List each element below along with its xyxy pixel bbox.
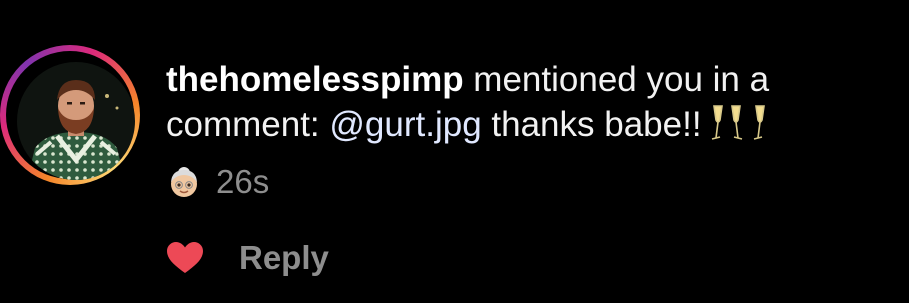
champagne-glasses-icon	[752, 102, 786, 153]
avatar-ring-gap	[6, 51, 135, 180]
message-line-1: thehomelesspimp mentioned you in a	[166, 58, 909, 102]
reply-button[interactable]: Reply	[239, 239, 329, 277]
action-bar: Reply	[166, 236, 329, 280]
story-ring[interactable]	[0, 45, 140, 185]
message-line-2: comment: @gurt.jpg thanks babe!!	[166, 102, 909, 146]
older-woman-icon	[166, 164, 202, 200]
avatar[interactable]	[17, 62, 135, 180]
username-link[interactable]: thehomelesspimp	[166, 60, 464, 99]
mention-link[interactable]: @gurt.jpg	[329, 105, 481, 144]
comment-text: thanks babe!!	[481, 105, 702, 144]
meta-line: 26s	[166, 162, 269, 202]
mention-notification[interactable]: thehomelesspimp mentioned you in a comme…	[0, 0, 909, 303]
timestamp: 26s	[216, 163, 270, 200]
comment-prefix: comment:	[166, 105, 330, 144]
champagne-glasses-icon	[710, 102, 744, 153]
notification-message: thehomelesspimp mentioned you in a comme…	[166, 58, 909, 146]
avatar-photo	[17, 62, 135, 180]
heart-icon[interactable]	[166, 241, 204, 275]
action-text: mentioned you in a	[463, 60, 770, 99]
